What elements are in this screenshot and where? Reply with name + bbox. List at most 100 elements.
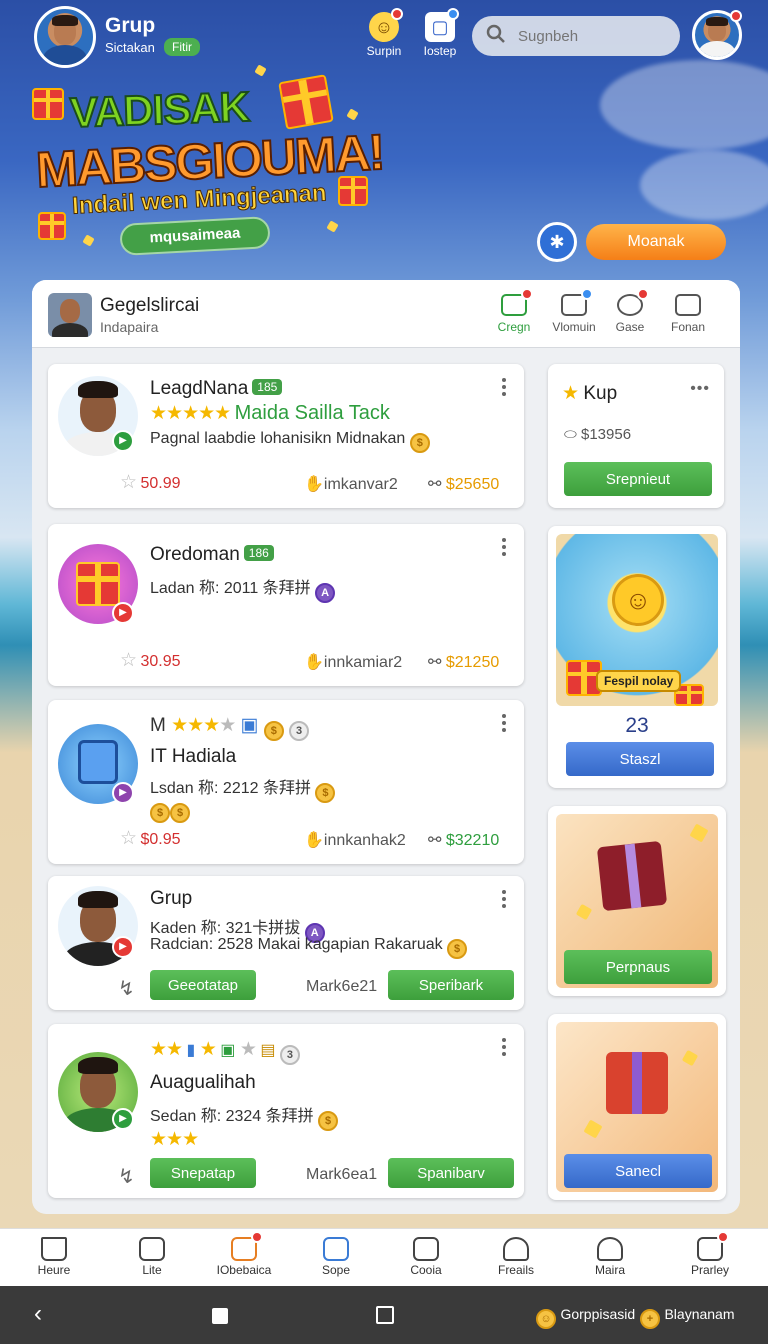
confetti bbox=[346, 108, 359, 121]
tab-gase[interactable]: Gase bbox=[600, 288, 660, 334]
kup-button[interactable]: Srepnieut bbox=[564, 462, 712, 496]
list-item[interactable]: ▶ M ★★★★ ▣ $ 3 IT Hadiala Lsdan 称: 2212 … bbox=[48, 700, 524, 864]
list-item[interactable]: ▶ LeagdNana 185 ★★★★★ Maida Sailla Tack P… bbox=[48, 364, 524, 508]
sys-item-2[interactable]: + Blaynanam bbox=[640, 1306, 735, 1329]
coin-icon: $ bbox=[170, 803, 190, 823]
more-icon[interactable]: ••• bbox=[690, 380, 710, 398]
promo-button[interactable]: Staszl bbox=[566, 742, 714, 776]
gift-icon bbox=[32, 88, 64, 120]
share-icon[interactable]: ↯ bbox=[118, 976, 135, 1001]
card-name: Oredoman 186 bbox=[150, 544, 274, 566]
gift-button-2[interactable]: Sanecl bbox=[564, 1154, 712, 1188]
reward-row: ⚯ $32210 bbox=[428, 832, 500, 849]
box-icon bbox=[413, 1237, 439, 1261]
action-button-left[interactable]: Geeotatap bbox=[150, 970, 256, 1000]
nav-item[interactable]: Lite bbox=[112, 1237, 192, 1277]
list-item[interactable]: ▶ Grup Kaden 称: 321卡拼拔 A Radcian: 2528 M… bbox=[48, 876, 524, 1010]
nav-item[interactable]: IObebaica bbox=[204, 1231, 284, 1277]
back-icon[interactable]: ‹ bbox=[34, 1300, 42, 1328]
sun-icon: ☺ bbox=[612, 574, 664, 626]
action-button-right[interactable]: Speribark bbox=[388, 970, 514, 1000]
nav-item[interactable]: Maira bbox=[570, 1237, 650, 1277]
nav-item[interactable]: Sope bbox=[296, 1237, 376, 1277]
link-icon: ⚯ bbox=[428, 832, 442, 849]
profile-icon bbox=[675, 294, 701, 316]
confetti bbox=[326, 220, 339, 233]
card-name: Auagualihah bbox=[150, 1072, 256, 1093]
puzzle-button[interactable]: ✱ bbox=[537, 222, 577, 262]
system-nav-bar: ‹ ☺ Gorppisasid + Blaynanam bbox=[0, 1286, 768, 1344]
panel-title: Gegelslircai bbox=[100, 295, 200, 316]
more-icon[interactable] bbox=[502, 378, 506, 399]
kup-card: ★ Kup ••• ⬭ $13956 Srepnieut bbox=[548, 364, 724, 508]
nav-item[interactable]: Cooia bbox=[386, 1237, 466, 1277]
message-icon bbox=[561, 288, 593, 316]
chest-icon: ▤ bbox=[260, 1042, 276, 1059]
tab-cregn[interactable]: Cregn bbox=[484, 288, 544, 334]
tag-icon: ⬭ bbox=[564, 426, 577, 443]
app-header: Grup Sictakan Fitir ☺ Surpin ▢ Iostep bbox=[0, 0, 768, 78]
list-item[interactable]: ▶ Oredoman 186 Ladan 称: 2011 条拜拼 A ☆ 30.9… bbox=[48, 524, 524, 686]
coin-button[interactable]: ☺ Surpin bbox=[364, 8, 404, 58]
coin-icon: $ bbox=[150, 803, 170, 823]
more-icon[interactable] bbox=[502, 538, 506, 559]
confetti bbox=[82, 234, 95, 247]
profile-avatar[interactable] bbox=[34, 6, 96, 68]
card-name-row: M ★★★★ ▣ $ 3 bbox=[150, 714, 310, 741]
tab-fonan[interactable]: Fonan bbox=[658, 294, 718, 334]
stat-row: ✋innkanhak2 bbox=[304, 832, 406, 849]
nav-item[interactable]: Prarley bbox=[670, 1231, 750, 1277]
home-icon bbox=[41, 1237, 67, 1261]
more-icon[interactable] bbox=[502, 890, 506, 911]
action-button-left[interactable]: Snepatap bbox=[150, 1158, 256, 1188]
share-icon[interactable]: ↯ bbox=[118, 1164, 135, 1189]
sys-item-1[interactable]: ☺ Gorppisasid bbox=[536, 1306, 635, 1329]
star-icon: ☆ bbox=[120, 472, 137, 493]
recents-icon[interactable] bbox=[376, 1306, 394, 1324]
hand-icon: ✋ bbox=[304, 832, 324, 849]
search-icon bbox=[486, 24, 505, 43]
price-row: ☆ 30.95 bbox=[120, 650, 181, 671]
nav-item[interactable]: Heure bbox=[14, 1237, 94, 1277]
coin-row: $ $ bbox=[150, 800, 190, 823]
stat-row: ✋imkanvar2 bbox=[304, 476, 398, 493]
link-icon: ⚯ bbox=[428, 476, 442, 493]
promo-art[interactable]: ☺ Fespil nolay bbox=[556, 534, 718, 706]
banner-action-button[interactable]: Moanak bbox=[586, 224, 726, 260]
coin-icon: ☺ bbox=[369, 8, 403, 42]
play-icon[interactable]: ▶ bbox=[112, 602, 134, 624]
gift-button-1[interactable]: Perpnaus bbox=[564, 950, 712, 984]
play-icon[interactable]: ▶ bbox=[112, 782, 134, 804]
mark-text: Mark6e21 bbox=[306, 978, 378, 995]
gift-icon bbox=[278, 74, 334, 130]
banner-pill[interactable]: mqusaimeaa bbox=[119, 216, 271, 256]
play-icon[interactable]: ▶ bbox=[112, 936, 134, 958]
more-icon[interactable] bbox=[502, 714, 506, 735]
rating-row: ★★★★★ Maida Sailla Tack bbox=[150, 402, 390, 425]
list-item[interactable]: ▶ ★★ ▮ ★ ▣ ★ ▤ 3 Auagualihah Sedan 称: 23… bbox=[48, 1024, 524, 1198]
more-icon[interactable] bbox=[502, 1038, 506, 1059]
home-icon bbox=[501, 288, 533, 316]
panel-avatar[interactable] bbox=[48, 293, 92, 337]
action-button-right[interactable]: Spanibarv bbox=[388, 1158, 514, 1188]
card-desc-row: Sedan 称: 2324 条拜拼 $ bbox=[150, 1102, 339, 1131]
gift-icon bbox=[231, 1231, 263, 1261]
coin-icon: $ bbox=[318, 1111, 339, 1131]
tablet-button[interactable]: ▢ Iostep bbox=[420, 8, 460, 58]
gift-card: Sanecl bbox=[548, 1014, 726, 1200]
home-button-icon[interactable] bbox=[212, 1308, 228, 1324]
card-desc-row: Ladan 称: 2011 条拜拼 A bbox=[150, 574, 336, 603]
notification-dot bbox=[730, 10, 742, 22]
play-icon[interactable]: ▶ bbox=[112, 1108, 134, 1130]
hand-icon: ✋ bbox=[304, 476, 324, 493]
price-row: ☆ 50.99 bbox=[120, 472, 181, 493]
art-label: Fespil nolay bbox=[596, 670, 682, 692]
banner-line1: VADISAK bbox=[68, 82, 250, 137]
tab-vlomuin[interactable]: Vlomuin bbox=[544, 288, 604, 334]
nav-item[interactable]: Freails bbox=[476, 1237, 556, 1277]
rating-row: ★★★ bbox=[150, 1128, 199, 1151]
game-icon bbox=[617, 288, 649, 316]
play-icon[interactable]: ▶ bbox=[112, 430, 134, 452]
gift-icon bbox=[38, 212, 66, 240]
star-icon: ★★ bbox=[150, 1039, 183, 1060]
